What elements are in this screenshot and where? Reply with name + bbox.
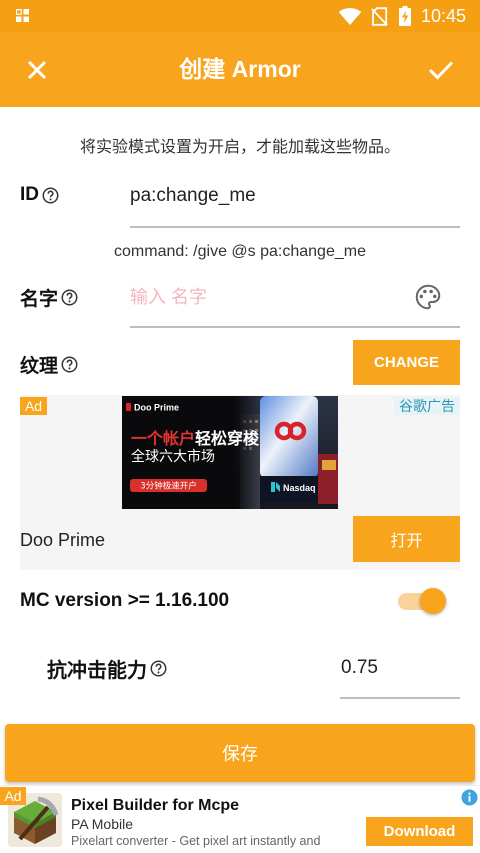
id-label-row: ID (20, 182, 59, 208)
brand-logo-icon (126, 403, 131, 411)
banner-ad-description: Pixelart converter - Get pixel art insta… (71, 834, 321, 848)
ad-badge: Ad (20, 397, 47, 415)
banner-ad-publisher: PA Mobile (71, 816, 133, 832)
knockback-label-row: 抗冲击能力 (47, 655, 167, 682)
creative-headline-rest: 轻松穿梭 (195, 429, 260, 448)
help-icon[interactable] (150, 660, 167, 677)
id-underline (130, 226, 460, 228)
id-label: ID (20, 184, 39, 205)
wifi-icon (338, 8, 362, 25)
close-button[interactable] (16, 49, 58, 91)
texture-label-row: 纹理 (20, 351, 78, 377)
name-label-row: 名字 (20, 284, 78, 310)
banner-ad-badge: Ad (0, 787, 26, 805)
status-bar: 10:45 (0, 0, 480, 32)
mc-version-label: MC version >= 1.16.100 (20, 590, 230, 611)
clock: 10:45 (421, 6, 467, 26)
no-sim-icon (371, 7, 388, 26)
help-icon[interactable] (42, 187, 59, 204)
knockback-underline (340, 697, 460, 699)
banner-ad[interactable]: Ad Pixel Builder for Mcpe PA Mobile Pixe… (0, 785, 480, 853)
check-icon (428, 61, 454, 80)
ad-advertiser-name: Doo Prime (20, 530, 106, 550)
billboard-text: Nasdaq (283, 483, 316, 493)
command-preview: command: /give @s pa:change_me (114, 243, 366, 260)
creative-headline: 一个帐户轻松穿梭 (131, 429, 260, 448)
confirm-button[interactable] (420, 49, 462, 91)
photo-fade (234, 396, 260, 509)
change-texture-button[interactable]: CHANGE (353, 340, 460, 385)
name-input[interactable] (130, 282, 400, 312)
creative-subheadline: 全球六大市场 (131, 448, 215, 465)
right-billboard-panel (322, 460, 336, 470)
banner-ad-download-button[interactable]: Download (366, 817, 473, 846)
ad-network-label: 谷歌广告 (394, 397, 460, 415)
palette-icon[interactable] (413, 282, 443, 312)
close-icon (27, 60, 47, 80)
battery-charging-icon (399, 6, 411, 26)
save-button[interactable]: 保存 (5, 724, 475, 782)
page-title: 创建 Armor (179, 56, 301, 82)
creative-brand: Doo Prime (134, 403, 179, 413)
app-bar: 创建 Armor (0, 32, 480, 107)
creative-cta-label: 3分钟极速开户 (140, 481, 196, 492)
texture-label: 纹理 (20, 355, 59, 377)
banner-ad-title: Pixel Builder for Mcpe (71, 797, 240, 814)
info-icon[interactable] (461, 789, 478, 806)
id-input[interactable] (130, 181, 460, 211)
toggle-thumb (420, 588, 446, 614)
ad-open-button[interactable]: 打开 (353, 516, 460, 562)
experimental-notice: 将实验模式设置为开启，才能加载这些物品。 (79, 139, 400, 156)
mc-version-toggle[interactable] (398, 588, 446, 614)
knockback-input[interactable] (341, 653, 460, 683)
grid-icon (16, 9, 29, 22)
help-icon[interactable] (61, 356, 78, 373)
ad-creative-image[interactable]: Nasdaq Doo Prime 一个帐户轻松穿梭 全球六大市场 3分钟极速开户 (122, 396, 338, 509)
creative-headline-highlight: 一个帐户 (131, 429, 195, 448)
help-icon[interactable] (61, 289, 78, 306)
name-label: 名字 (20, 288, 59, 310)
name-underline (130, 326, 460, 328)
knockback-label: 抗冲击能力 (47, 659, 147, 682)
